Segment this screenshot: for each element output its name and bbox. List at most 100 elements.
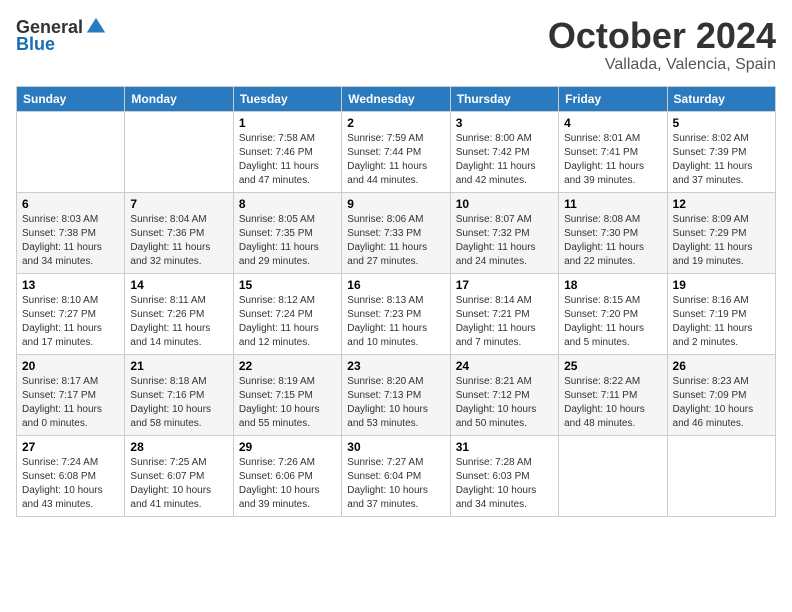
column-header-thursday: Thursday (450, 86, 558, 111)
logo: General Blue (16, 16, 107, 55)
calendar-day-cell: 7 Sunrise: 8:04 AM Sunset: 7:36 PM Daylig… (125, 192, 233, 273)
day-number: 13 (22, 278, 119, 292)
day-info: Sunrise: 8:10 AM Sunset: 7:27 PM Dayligh… (22, 294, 119, 350)
day-info: Sunrise: 8:07 AM Sunset: 7:32 PM Dayligh… (456, 213, 553, 269)
day-number: 26 (673, 359, 770, 373)
calendar-day-cell: 5Sunrise: 8:02 AM Sunset: 7:39 PM Daylig… (667, 111, 775, 192)
day-info: Sunrise: 8:11 AM Sunset: 7:26 PM Dayligh… (130, 294, 227, 350)
day-info: Sunrise: 8:15 AM Sunset: 7:20 PM Dayligh… (564, 294, 661, 350)
day-number: 27 (22, 440, 119, 454)
day-number: 4 (564, 116, 661, 130)
calendar-day-cell: 26 Sunrise: 8:23 AM Sunset: 7:09 PM Dayli… (667, 354, 775, 435)
day-number: 2 (347, 116, 444, 130)
day-info: Sunrise: 7:28 AM Sunset: 6:03 PM Dayligh… (456, 456, 553, 512)
month-title: October 2024 (548, 16, 776, 56)
calendar-day-cell: 16 Sunrise: 8:13 AM Sunset: 7:23 PM Dayli… (342, 273, 450, 354)
calendar-day-cell (667, 435, 775, 516)
day-number: 29 (239, 440, 336, 454)
day-info: Sunrise: 8:14 AM Sunset: 7:21 PM Dayligh… (456, 294, 553, 350)
day-info: Sunrise: 8:18 AM Sunset: 7:16 PM Dayligh… (130, 375, 227, 431)
day-number: 28 (130, 440, 227, 454)
calendar-day-cell: 12 Sunrise: 8:09 AM Sunset: 7:29 PM Dayli… (667, 192, 775, 273)
calendar-day-cell: 27 Sunrise: 7:24 AM Sunset: 6:08 PM Dayli… (17, 435, 125, 516)
day-info: Sunrise: 8:12 AM Sunset: 7:24 PM Dayligh… (239, 294, 336, 350)
calendar-day-cell: 24 Sunrise: 8:21 AM Sunset: 7:12 PM Dayli… (450, 354, 558, 435)
calendar-day-cell: 20 Sunrise: 8:17 AM Sunset: 7:17 PM Dayli… (17, 354, 125, 435)
calendar-day-cell: 2 Sunrise: 7:59 AM Sunset: 7:44 PM Daylig… (342, 111, 450, 192)
day-number: 24 (456, 359, 553, 373)
calendar-day-cell: 31Sunrise: 7:28 AM Sunset: 6:03 PM Dayli… (450, 435, 558, 516)
day-info: Sunrise: 8:01 AM Sunset: 7:41 PM Dayligh… (564, 132, 661, 188)
day-number: 6 (22, 197, 119, 211)
logo-icon (85, 16, 107, 38)
day-info: Sunrise: 8:04 AM Sunset: 7:36 PM Dayligh… (130, 213, 227, 269)
day-info: Sunrise: 8:06 AM Sunset: 7:33 PM Dayligh… (347, 213, 444, 269)
calendar-day-cell: 13 Sunrise: 8:10 AM Sunset: 7:27 PM Dayli… (17, 273, 125, 354)
day-info: Sunrise: 8:09 AM Sunset: 7:29 PM Dayligh… (673, 213, 770, 269)
calendar-week-row: 1 Sunrise: 7:58 AM Sunset: 7:46 PM Daylig… (17, 111, 776, 192)
column-header-saturday: Saturday (667, 86, 775, 111)
day-number: 15 (239, 278, 336, 292)
day-number: 9 (347, 197, 444, 211)
day-number: 14 (130, 278, 227, 292)
calendar-week-row: 6 Sunrise: 8:03 AM Sunset: 7:38 PM Daylig… (17, 192, 776, 273)
calendar-day-cell: 21 Sunrise: 8:18 AM Sunset: 7:16 PM Dayli… (125, 354, 233, 435)
calendar-day-cell (17, 111, 125, 192)
calendar-week-row: 13 Sunrise: 8:10 AM Sunset: 7:27 PM Dayli… (17, 273, 776, 354)
day-info: Sunrise: 8:00 AM Sunset: 7:42 PM Dayligh… (456, 132, 553, 188)
column-header-sunday: Sunday (17, 86, 125, 111)
calendar-day-cell (125, 111, 233, 192)
calendar-day-cell: 8Sunrise: 8:05 AM Sunset: 7:35 PM Daylig… (233, 192, 341, 273)
day-number: 16 (347, 278, 444, 292)
day-number: 20 (22, 359, 119, 373)
page-header: General Blue October 2024 Vallada, Valen… (16, 16, 776, 74)
day-number: 1 (239, 116, 336, 130)
calendar-day-cell: 14 Sunrise: 8:11 AM Sunset: 7:26 PM Dayli… (125, 273, 233, 354)
day-info: Sunrise: 8:20 AM Sunset: 7:13 PM Dayligh… (347, 375, 444, 431)
day-info: Sunrise: 8:19 AM Sunset: 7:15 PM Dayligh… (239, 375, 336, 431)
day-number: 7 (130, 197, 227, 211)
calendar-header-row: SundayMondayTuesdayWednesdayThursdayFrid… (17, 86, 776, 111)
column-header-friday: Friday (559, 86, 667, 111)
calendar-day-cell: 3Sunrise: 8:00 AM Sunset: 7:42 PM Daylig… (450, 111, 558, 192)
calendar-day-cell: 19Sunrise: 8:16 AM Sunset: 7:19 PM Dayli… (667, 273, 775, 354)
calendar-day-cell: 17Sunrise: 8:14 AM Sunset: 7:21 PM Dayli… (450, 273, 558, 354)
day-info: Sunrise: 8:13 AM Sunset: 7:23 PM Dayligh… (347, 294, 444, 350)
day-info: Sunrise: 7:58 AM Sunset: 7:46 PM Dayligh… (239, 132, 336, 188)
day-info: Sunrise: 8:02 AM Sunset: 7:39 PM Dayligh… (673, 132, 770, 188)
day-info: Sunrise: 8:16 AM Sunset: 7:19 PM Dayligh… (673, 294, 770, 350)
day-info: Sunrise: 8:08 AM Sunset: 7:30 PM Dayligh… (564, 213, 661, 269)
calendar-day-cell: 28 Sunrise: 7:25 AM Sunset: 6:07 PM Dayli… (125, 435, 233, 516)
calendar-week-row: 20 Sunrise: 8:17 AM Sunset: 7:17 PM Dayli… (17, 354, 776, 435)
day-info: Sunrise: 7:26 AM Sunset: 6:06 PM Dayligh… (239, 456, 336, 512)
day-number: 10 (456, 197, 553, 211)
day-info: Sunrise: 8:21 AM Sunset: 7:12 PM Dayligh… (456, 375, 553, 431)
column-header-wednesday: Wednesday (342, 86, 450, 111)
day-info: Sunrise: 7:24 AM Sunset: 6:08 PM Dayligh… (22, 456, 119, 512)
day-info: Sunrise: 8:22 AM Sunset: 7:11 PM Dayligh… (564, 375, 661, 431)
logo-blue: Blue (16, 34, 55, 55)
day-info: Sunrise: 8:17 AM Sunset: 7:17 PM Dayligh… (22, 375, 119, 431)
day-number: 25 (564, 359, 661, 373)
day-info: Sunrise: 7:25 AM Sunset: 6:07 PM Dayligh… (130, 456, 227, 512)
day-info: Sunrise: 8:03 AM Sunset: 7:38 PM Dayligh… (22, 213, 119, 269)
day-number: 21 (130, 359, 227, 373)
day-info: Sunrise: 8:23 AM Sunset: 7:09 PM Dayligh… (673, 375, 770, 431)
calendar-day-cell: 23Sunrise: 8:20 AM Sunset: 7:13 PM Dayli… (342, 354, 450, 435)
day-number: 8 (239, 197, 336, 211)
column-header-tuesday: Tuesday (233, 86, 341, 111)
day-info: Sunrise: 7:59 AM Sunset: 7:44 PM Dayligh… (347, 132, 444, 188)
calendar-day-cell: 4 Sunrise: 8:01 AM Sunset: 7:41 PM Daylig… (559, 111, 667, 192)
day-number: 30 (347, 440, 444, 454)
column-header-monday: Monday (125, 86, 233, 111)
day-number: 12 (673, 197, 770, 211)
calendar-day-cell: 11Sunrise: 8:08 AM Sunset: 7:30 PM Dayli… (559, 192, 667, 273)
calendar-day-cell: 6 Sunrise: 8:03 AM Sunset: 7:38 PM Daylig… (17, 192, 125, 273)
day-number: 22 (239, 359, 336, 373)
title-block: October 2024 Vallada, Valencia, Spain (548, 16, 776, 74)
calendar-day-cell: 30Sunrise: 7:27 AM Sunset: 6:04 PM Dayli… (342, 435, 450, 516)
calendar-day-cell: 18Sunrise: 8:15 AM Sunset: 7:20 PM Dayli… (559, 273, 667, 354)
calendar-day-cell: 1 Sunrise: 7:58 AM Sunset: 7:46 PM Daylig… (233, 111, 341, 192)
calendar-day-cell: 15 Sunrise: 8:12 AM Sunset: 7:24 PM Dayli… (233, 273, 341, 354)
calendar-day-cell: 9 Sunrise: 8:06 AM Sunset: 7:33 PM Daylig… (342, 192, 450, 273)
